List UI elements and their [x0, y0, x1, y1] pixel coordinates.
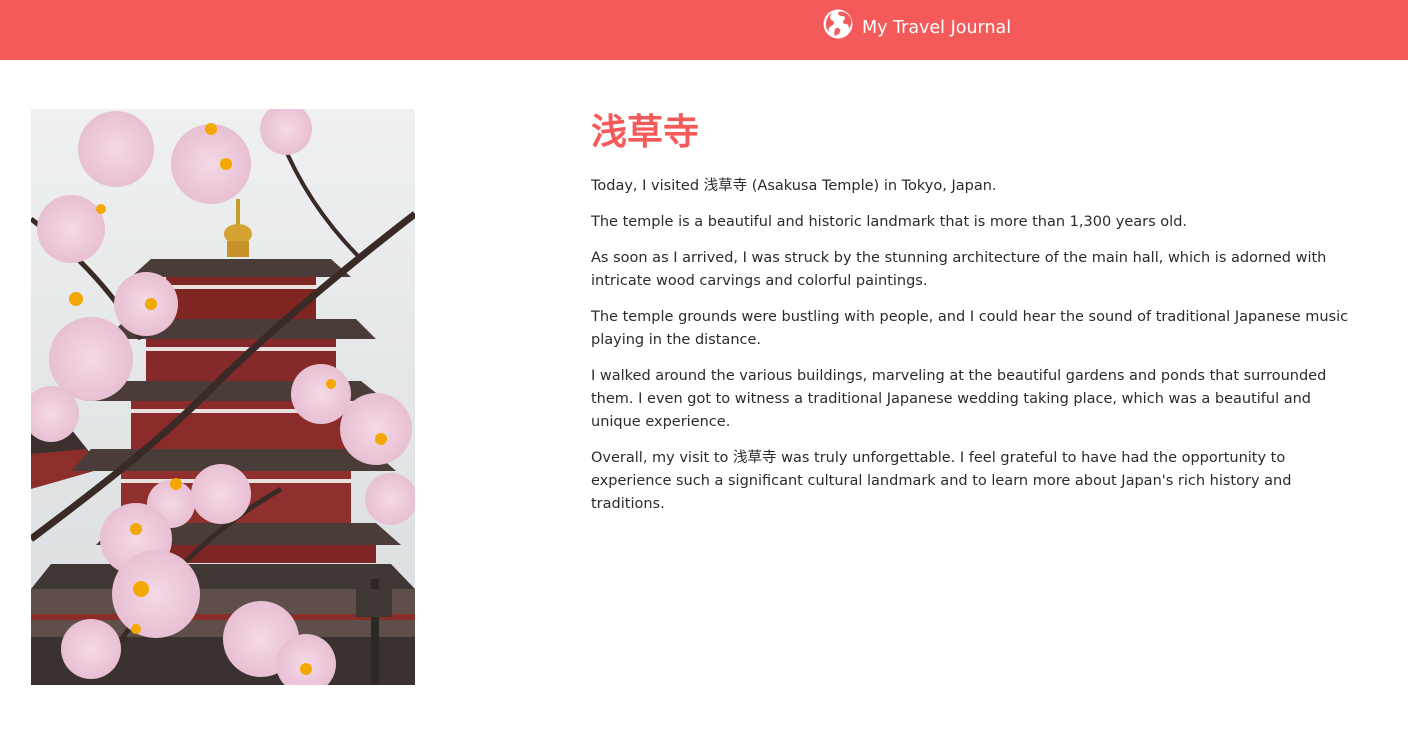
journal-entry: 浅草寺 Today, I visited 浅草寺 (Asakusa Temple…	[591, 110, 1363, 516]
entry-paragraph: Overall, my visit to 浅草寺 was truly unfor…	[591, 450, 1292, 512]
entry-paragraph: The temple is a beautiful and historic l…	[591, 214, 1188, 230]
entry-paragraph: I walked around the various buildings, m…	[591, 368, 1327, 430]
entry-paragraph: As soon as I arrived, I was struck by th…	[591, 250, 1327, 289]
entry-paragraph: The temple grounds were bustling with pe…	[591, 309, 1349, 348]
entry-paragraph: Today, I visited 浅草寺 (Asakusa Temple) in…	[591, 178, 997, 194]
temple-photo	[31, 109, 415, 685]
entry-title: 浅草寺	[591, 112, 700, 153]
site-title: My Travel Journal	[862, 18, 1012, 38]
site-header: My Travel Journal	[0, 0, 1408, 60]
globe-icon	[823, 9, 853, 39]
brand[interactable]: My Travel Journal	[822, 8, 1011, 40]
